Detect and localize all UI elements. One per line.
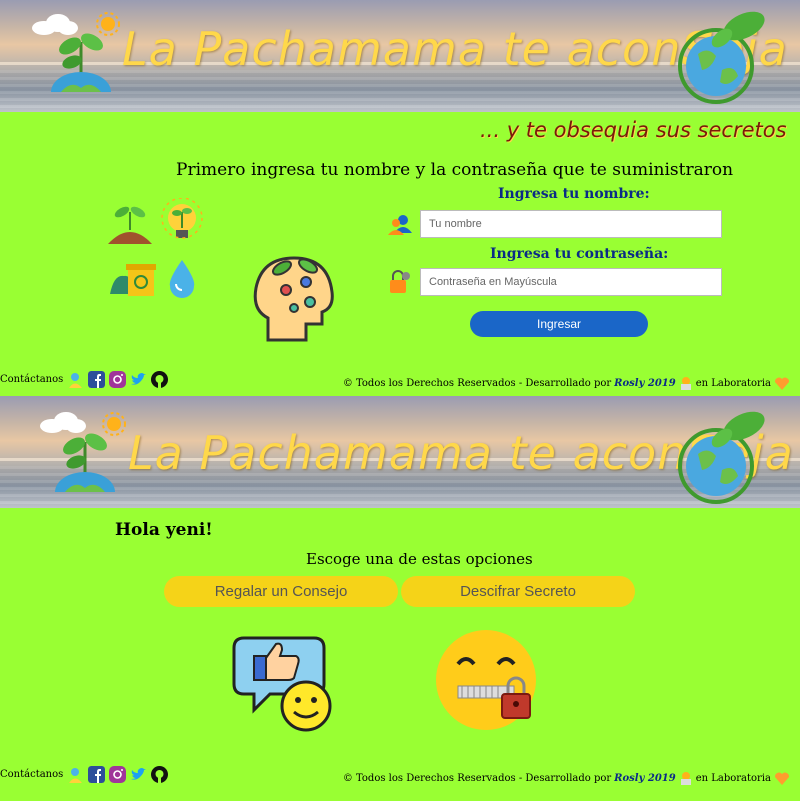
twitter-icon[interactable] [130,766,147,783]
head-brain-icon [253,256,334,342]
password-input[interactable]: Contraseña en Mayúscula [420,268,722,296]
rights-text: © Todos los Derechos Reservados - Desarr… [342,377,612,389]
earth-icon [678,11,765,104]
footer-suffix: en Laboratoria [695,377,771,389]
zipped-emoji-icon[interactable] [436,630,542,734]
heart-icon [774,377,790,390]
options-prompt: Escoge una de estas opciones [306,550,533,568]
decipher-secret-button[interactable]: Descifrar Secreto [401,576,635,607]
earth-sprout-icon [55,433,115,492]
login-button[interactable]: Ingresar [470,311,648,337]
footer-rights-2: © Todos los Derechos Reservados - Desarr… [343,771,790,785]
lock-icon [390,270,410,293]
instagram-icon[interactable] [109,766,127,783]
user-icon [388,215,412,235]
lightbulb-sprout-icon [161,198,203,239]
author-name-2: Rosly 2019 [614,772,676,784]
rights-text-2: © Todos los Derechos Reservados - Desarr… [342,772,612,784]
twitter-icon[interactable] [130,371,147,388]
author-name: Rosly 2019 [614,377,676,389]
github-icon[interactable] [151,371,169,388]
earth-icon [678,411,765,504]
water-drop-icon [169,260,195,298]
footer-contact: Contáctanos [0,371,169,388]
login-instruction: Primero ingresa tu nombre y la contraseñ… [176,160,734,180]
name-label: Ingresa tu nombre: [498,186,650,202]
footer-suffix-2: en Laboratoria [695,772,771,784]
thumbs-up-icon[interactable] [230,632,336,732]
password-label: Ingresa tu contraseña: [490,246,669,262]
footer-contact-2: Contáctanos [0,766,169,783]
heart-icon [774,772,790,785]
name-input[interactable]: Tu nombre [420,210,722,238]
instagram-icon[interactable] [109,371,127,388]
contact-person-icon [69,373,83,388]
developer-icon [680,377,691,390]
footer-rights: © Todos los Derechos Reservados - Desarr… [343,376,790,390]
compost-icon [108,206,152,244]
gift-advice-button[interactable]: Regalar un Consejo [164,576,398,607]
contact-person-icon [69,768,83,783]
facebook-icon[interactable] [88,371,106,388]
facebook-icon[interactable] [88,766,106,783]
header-banner: La Pachamama te aconSeja [0,0,800,112]
greeting: Hola yeni! [115,520,213,540]
earth-sprout-icon [51,33,111,92]
contact-label: Contáctanos [0,374,64,385]
header-banner-2: La Pachamama te aconSeja [0,396,800,508]
recycle-bin-icon [110,264,156,296]
contact-label-2: Contáctanos [0,769,64,780]
github-icon[interactable] [151,766,169,783]
tagline: ... y te obsequia sus secretos [480,118,787,142]
developer-icon [680,772,691,785]
